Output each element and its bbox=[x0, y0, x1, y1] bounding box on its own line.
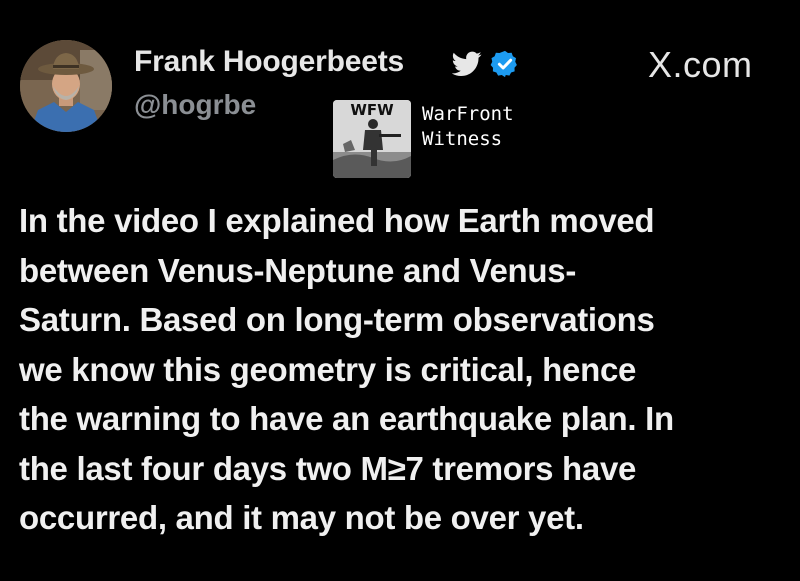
site-brand: X.com bbox=[648, 44, 753, 85]
user-avatar-photo bbox=[20, 40, 112, 132]
display-name[interactable]: Frank Hoogerbeets bbox=[134, 45, 404, 79]
tweet-text: In the video I explained how Earth moved… bbox=[19, 196, 789, 543]
tweet-line: occurred, and it may not be over yet. bbox=[19, 499, 584, 536]
tweet-line: the last four days two M≥7 tremors have bbox=[19, 449, 637, 487]
tweet-line: Saturn. Based on long-term observations bbox=[19, 301, 655, 338]
watermark-text: WarFront Witness bbox=[422, 102, 514, 152]
svg-text:WFW: WFW bbox=[350, 101, 394, 119]
twitter-bird-icon bbox=[452, 51, 482, 76]
verified-badge-icon bbox=[490, 50, 517, 78]
watermark-logo: WFW bbox=[333, 100, 411, 178]
soldier-emblem-icon: WFW bbox=[333, 100, 411, 178]
avatar[interactable] bbox=[20, 40, 112, 132]
tweet-line: the warning to have an earthquake plan. … bbox=[19, 400, 674, 437]
watermark-line-1: WarFront bbox=[422, 103, 514, 125]
watermark-line-2: Witness bbox=[422, 128, 503, 150]
tweet-line: between Venus-Neptune and Venus- bbox=[19, 251, 577, 289]
username-handle[interactable]: @hogrbe bbox=[134, 89, 256, 121]
tweet-line: In the video I explained how Earth moved bbox=[19, 202, 655, 239]
tweet-line: we know this geometry is critical, hence bbox=[19, 350, 637, 388]
